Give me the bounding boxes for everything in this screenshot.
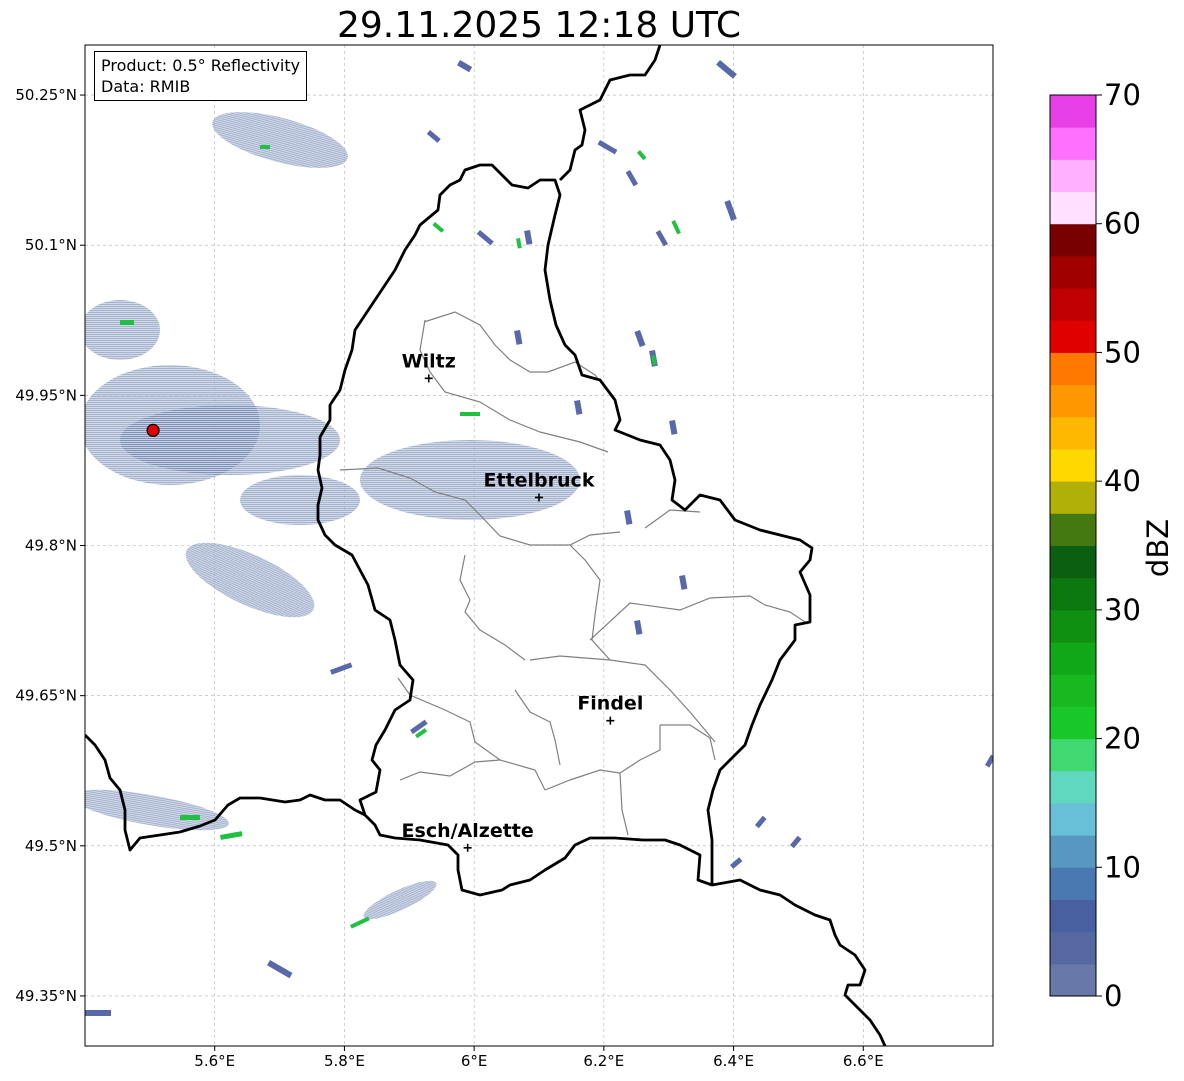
colorbar-segment	[1050, 159, 1096, 193]
echo-cluster-northwest	[85, 300, 160, 360]
city-label: Findel	[577, 693, 643, 715]
radar-site-marker	[146, 423, 160, 437]
y-tick-label: 49.65°N	[15, 687, 77, 705]
echo-cluster-north-belgium	[212, 112, 348, 168]
colorbar-tick-label: 20	[1104, 722, 1141, 756]
colorbar-tick-label: 30	[1104, 593, 1141, 627]
y-tick-label: 50.25°N	[15, 86, 77, 104]
canton-borders	[339, 311, 809, 836]
colorbar-segment	[1050, 95, 1096, 128]
y-tick-label: 49.35°N	[15, 987, 77, 1005]
colorbar-segment	[1050, 416, 1096, 450]
colorbar: 0 10 20 30 40 50 60 70	[1049, 78, 1141, 1013]
colorbar-label: dBZ	[1141, 519, 1175, 577]
x-tick-label: 6.6°E	[843, 1052, 884, 1070]
radar-figure: WiltzEttelbruckFindelEsch/Alzette 5.6°E 5…	[15, 44, 1175, 1070]
radar-site-dot	[146, 423, 160, 437]
y-tick-label: 50.1°N	[25, 236, 77, 254]
colorbar-segment	[1050, 770, 1096, 804]
city-marker	[463, 843, 472, 852]
city-label: Esch/Alzette	[402, 820, 534, 842]
colorbar-segment	[1050, 674, 1096, 707]
city-label: Wiltz	[402, 350, 456, 372]
city-label: Ettelbruck	[484, 469, 595, 491]
colorbar-tick-label: 10	[1104, 850, 1141, 884]
colorbar-segment	[1050, 963, 1096, 997]
colorbar-segment	[1050, 255, 1096, 289]
echo-cluster-southwest	[185, 542, 315, 618]
colorbar-tick-label: 0	[1104, 979, 1122, 1013]
x-tick-label: 5.6°E	[194, 1052, 235, 1070]
x-tick-label: 5.8°E	[324, 1052, 365, 1070]
colorbar-tick-label: 70	[1104, 78, 1141, 112]
colorbar-tick-label: 40	[1104, 464, 1141, 498]
latitude-ticks: 50.25°N 50.1°N 49.95°N 49.8°N 49.65°N 49.5°N 4…	[15, 86, 85, 1005]
colorbar-segment	[1050, 899, 1096, 933]
x-tick-label: 6.4°E	[713, 1052, 754, 1070]
city-marker	[606, 716, 615, 725]
echo-cluster-border	[240, 475, 360, 525]
colorbar-segment	[1050, 642, 1096, 675]
colorbar-tick-label: 50	[1104, 335, 1141, 369]
echo-cluster-south-france	[363, 880, 437, 920]
longitude-ticks: 5.6°E 5.8°E 6°E 6.2°E 6.4°E 6.6°E	[194, 1046, 884, 1070]
colorbar-segment	[1050, 513, 1096, 546]
echo-cluster-south-border	[85, 789, 229, 831]
y-tick-label: 49.5°N	[25, 837, 77, 855]
colorbar-segment	[1050, 867, 1096, 900]
colorbar-segment	[1050, 802, 1096, 836]
colorbar-segment	[1050, 545, 1096, 579]
product-text: Product: 0.5° Reflectivity	[101, 56, 301, 75]
colorbar-tick-label: 60	[1104, 207, 1141, 241]
colorbar-segment	[1050, 384, 1096, 418]
colorbar-segment	[1050, 835, 1096, 868]
colorbar-segment	[1050, 448, 1096, 482]
colorbar-segment	[1050, 577, 1096, 611]
city-marker	[424, 374, 433, 383]
y-tick-label: 49.8°N	[25, 537, 77, 555]
data-source-text: Data: RMIB	[101, 77, 191, 96]
colorbar-segment	[1050, 609, 1096, 643]
colorbar-segment	[1050, 191, 1096, 225]
colorbar-segment	[1050, 288, 1096, 321]
colorbar-segment	[1050, 127, 1096, 160]
colorbar-segment	[1050, 706, 1096, 740]
info-box: Product: 0.5° Reflectivity Data: RMIB	[94, 51, 308, 101]
x-tick-label: 6°E	[461, 1052, 488, 1070]
colorbar-segment	[1050, 738, 1096, 772]
colorbar-segment	[1050, 481, 1096, 514]
colorbar-segment	[1050, 931, 1096, 965]
colorbar-segment	[1050, 320, 1096, 353]
y-tick-label: 49.95°N	[15, 386, 77, 404]
x-tick-label: 6.2°E	[583, 1052, 624, 1070]
colorbar-segment	[1050, 223, 1096, 257]
echo-cluster-west-band	[120, 405, 340, 475]
colorbar-segment	[1050, 352, 1096, 386]
radar-echoes	[85, 59, 993, 1016]
